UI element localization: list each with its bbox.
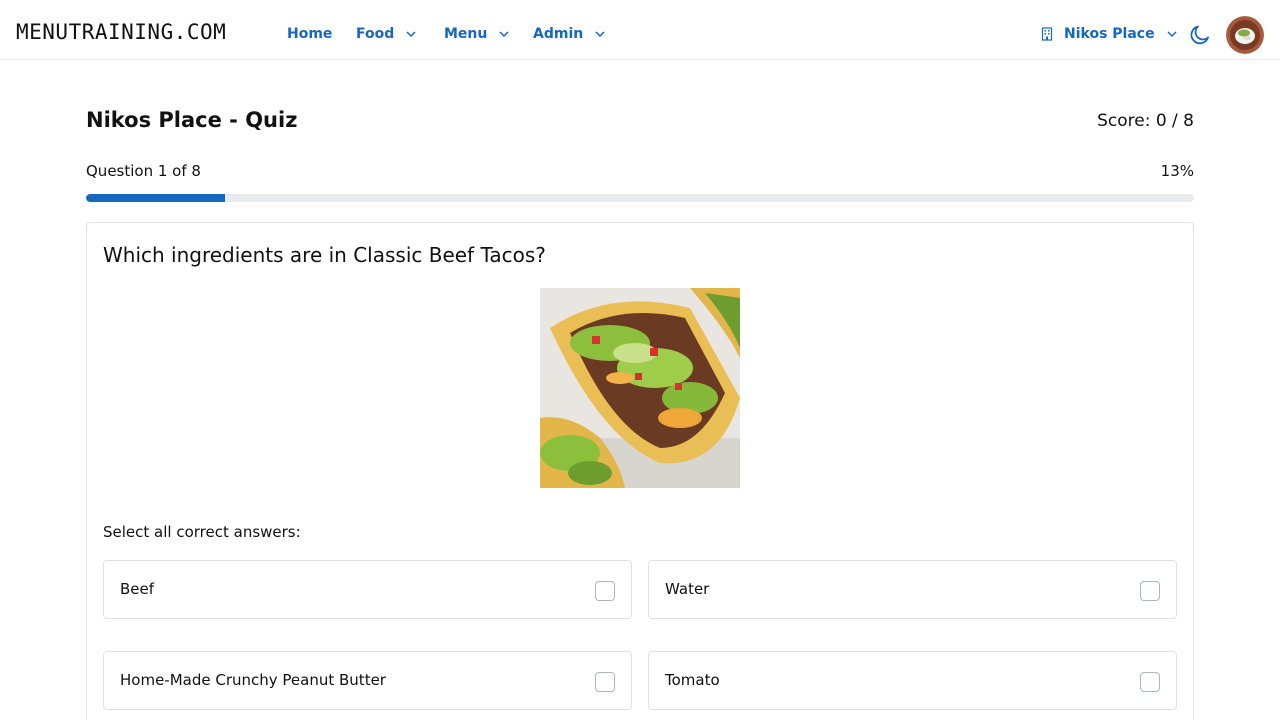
chevron-down-icon [406,31,416,38]
progress-bar-fill [86,194,225,202]
restaurant-name: Nikos Place [1064,26,1155,42]
user-avatar[interactable] [1226,16,1264,54]
top-navbar: MENUTRAINING.COM Home Food Menu Admin Ni… [0,0,1280,60]
answer-option[interactable]: Water [648,560,1177,619]
chevron-down-icon [1167,29,1177,39]
nav-admin-label: Admin [533,26,584,42]
answer-checkbox[interactable] [1140,672,1160,692]
nav-food-dropdown[interactable]: Food [356,24,416,44]
restaurant-selector[interactable]: Nikos Place [1040,24,1177,44]
nav-home-label: Home [287,26,333,42]
answer-checkbox[interactable] [595,672,615,692]
site-logo[interactable]: MENUTRAINING.COM [16,20,226,44]
answer-option[interactable]: Tomato [648,651,1177,710]
nav-home-link[interactable]: Home [287,24,332,44]
dark-mode-moon-icon[interactable] [1188,23,1212,47]
progress-bar [86,194,1194,202]
question-progress-label: Question 1 of 8 [86,162,201,180]
question-text: Which ingredients are in Classic Beef Ta… [103,243,546,267]
score-display: Score: 0 / 8 [1097,111,1194,131]
answer-label: Home-Made Crunchy Peanut Butter [120,671,386,689]
quiz-title: Nikos Place - Quiz [86,108,298,132]
nav-menu-dropdown[interactable]: Menu [444,24,509,44]
nav-admin-dropdown[interactable]: Admin [533,24,605,44]
answer-option[interactable]: Beef [103,560,632,619]
chevron-down-icon [499,31,509,38]
building-icon [1040,27,1054,41]
answer-option[interactable]: Home-Made Crunchy Peanut Butter [103,651,632,710]
tacos-image [540,288,740,488]
answer-label: Tomato [665,671,720,689]
answer-checkbox[interactable] [1140,581,1160,601]
answer-instruction: Select all correct answers: [103,523,301,541]
nav-menu-label: Menu [444,26,488,42]
nav-food-label: Food [356,26,395,42]
answer-label: Water [665,580,710,598]
chevron-down-icon [595,31,605,38]
answer-checkbox[interactable] [595,581,615,601]
answer-label: Beef [120,580,155,598]
progress-percent: 13% [1160,162,1194,180]
question-card: Which ingredients are in Classic Beef Ta… [86,222,1194,720]
